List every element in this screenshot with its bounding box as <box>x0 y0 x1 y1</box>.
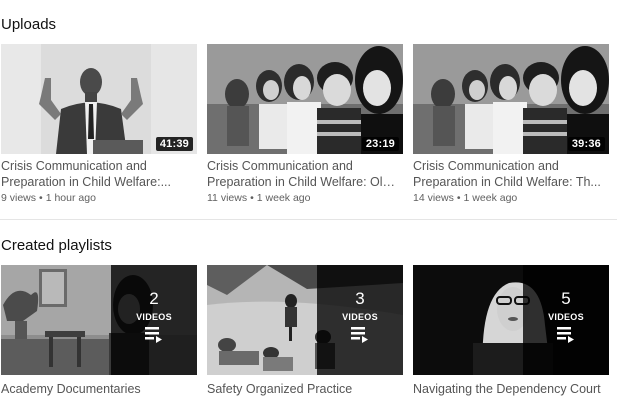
playlist-card[interactable]: 3 VIDEOS Safety Organized Practice <box>207 265 403 397</box>
video-meta: 11 views • 1 week ago <box>207 191 403 205</box>
playlists-section-title[interactable]: Created playlists <box>1 237 112 254</box>
view-count: 9 views <box>1 192 37 204</box>
video-title[interactable]: Crisis Communication and Preparation in … <box>207 158 397 190</box>
upload-age: 1 week ago <box>463 192 518 204</box>
video-title[interactable]: Crisis Communication and Preparation in … <box>1 158 191 190</box>
video-card[interactable]: 23:19 Crisis Communication and Preparati… <box>207 44 403 205</box>
playlist-video-count: 2 <box>149 289 159 308</box>
playlist-icon <box>351 327 368 343</box>
video-meta: 14 views • 1 week ago <box>413 191 609 205</box>
playlist-title[interactable]: Navigating the Dependency Court <box>413 381 609 397</box>
separator-dot: • <box>456 192 461 204</box>
playlist-title[interactable]: Safety Organized Practice <box>207 381 403 397</box>
playlist-thumbnail[interactable]: 5 VIDEOS <box>413 265 609 375</box>
video-card[interactable]: 41:39 Crisis Communication and Preparati… <box>1 44 197 205</box>
playlist-card[interactable]: 5 VIDEOS Navigating the Dependency Court <box>413 265 609 397</box>
video-meta: 9 views • 1 hour ago <box>1 191 197 205</box>
playlist-count-overlay: 3 VIDEOS <box>317 265 403 375</box>
video-duration: 39:36 <box>567 137 605 151</box>
playlist-title[interactable]: Academy Documentaries <box>1 381 197 397</box>
videos-label: VIDEOS <box>548 312 584 322</box>
playlist-card[interactable]: 2 VIDEOS Academy Documentaries <box>1 265 197 397</box>
playlist-count-overlay: 5 VIDEOS <box>523 265 609 375</box>
video-thumbnail[interactable]: 39:36 <box>413 44 609 154</box>
upload-age: 1 week ago <box>256 192 311 204</box>
video-duration: 23:19 <box>361 137 399 151</box>
view-count: 11 views <box>207 192 248 204</box>
view-count: 14 views <box>413 192 454 204</box>
videos-label: VIDEOS <box>136 312 172 322</box>
video-thumbnail[interactable]: 41:39 <box>1 44 197 154</box>
upload-age: 1 hour ago <box>45 192 96 204</box>
video-title[interactable]: Crisis Communication and Preparation in … <box>413 158 603 190</box>
playlist-icon <box>145 327 162 343</box>
playlist-icon <box>557 327 574 343</box>
playlist-count-overlay: 2 VIDEOS <box>111 265 197 375</box>
separator-dot: • <box>39 192 43 204</box>
videos-label: VIDEOS <box>342 312 378 322</box>
video-duration: 41:39 <box>155 137 193 151</box>
separator-dot: • <box>250 192 254 204</box>
section-divider <box>0 219 617 220</box>
playlist-thumbnail[interactable]: 3 VIDEOS <box>207 265 403 375</box>
video-card[interactable]: 39:36 Crisis Communication and Preparati… <box>413 44 609 205</box>
uploads-section-title[interactable]: Uploads <box>1 16 56 33</box>
playlist-video-count: 5 <box>561 289 571 308</box>
video-thumbnail[interactable]: 23:19 <box>207 44 403 154</box>
playlist-thumbnail[interactable]: 2 VIDEOS <box>1 265 197 375</box>
playlist-video-count: 3 <box>355 289 365 308</box>
